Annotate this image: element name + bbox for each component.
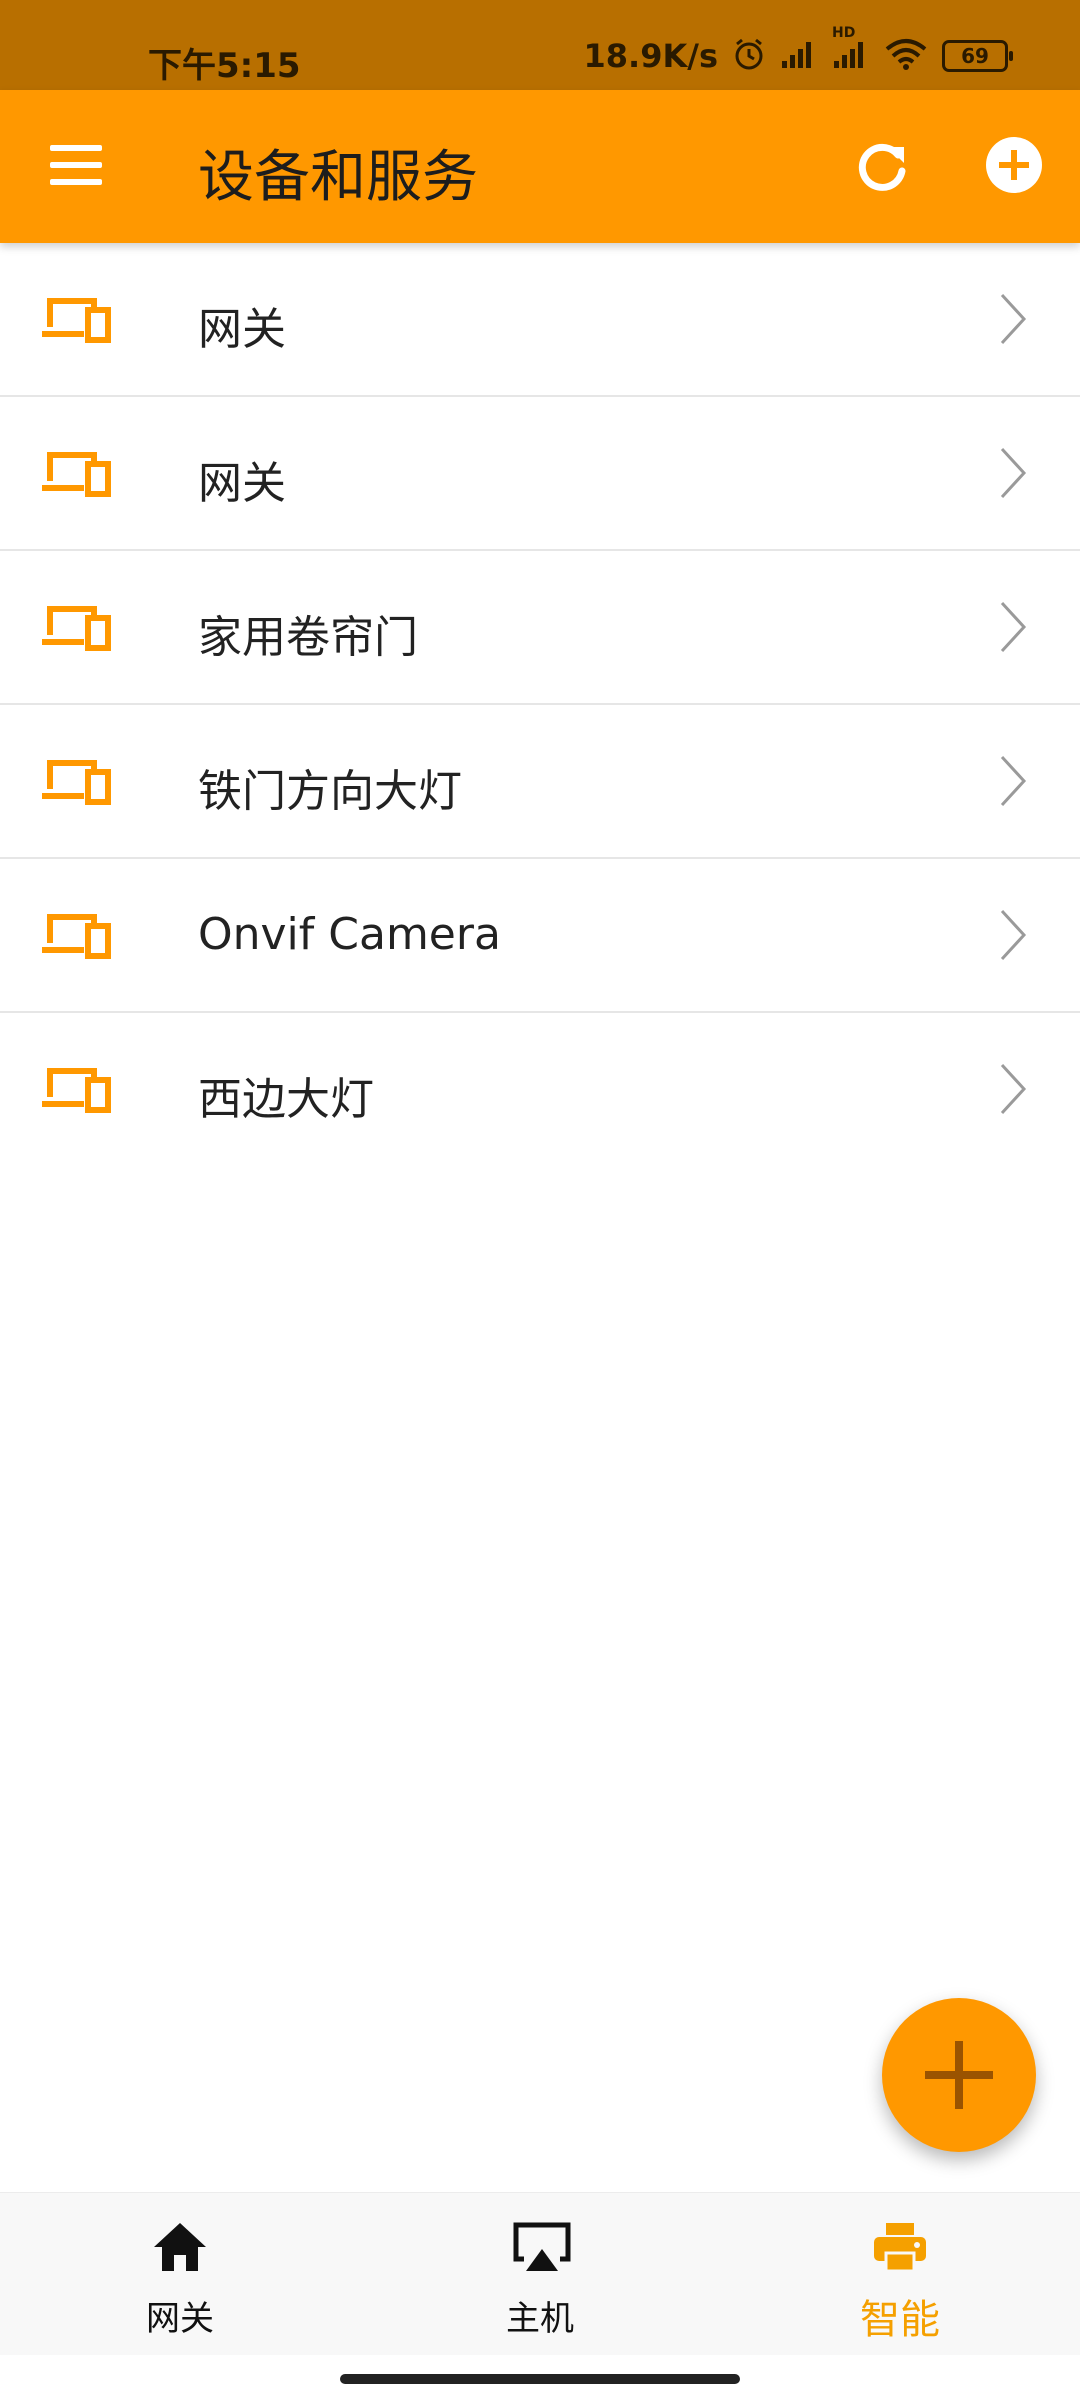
home-icon — [154, 2223, 206, 2271]
wifi-icon — [884, 37, 928, 75]
list-item[interactable]: 铁门方向大灯 — [0, 705, 1080, 859]
list-item-label: 家用卷帘门 — [198, 612, 418, 663]
devices-icon — [42, 911, 112, 961]
chevron-right-icon — [998, 907, 1028, 963]
list-item[interactable]: 网关 — [0, 243, 1080, 397]
add-fab-button[interactable] — [882, 1998, 1036, 2152]
nav-label: 网关 — [146, 2299, 214, 2339]
page-title: 设备和服务 — [198, 145, 478, 210]
status-icons: 18.9K/s HD 69 — [583, 25, 1013, 76]
nav-item-host[interactable]: 主机 — [440, 2193, 640, 2355]
devices-icon — [42, 449, 112, 499]
airplay-icon — [513, 2222, 571, 2271]
chevron-right-icon — [998, 753, 1028, 809]
list-item-label: 网关 — [198, 304, 286, 355]
list-item[interactable]: 西边大灯 — [0, 1013, 1080, 1167]
list-item-label: 网关 — [198, 458, 286, 509]
chevron-right-icon — [998, 599, 1028, 655]
nav-item-smart[interactable]: 智能 — [800, 2193, 1000, 2355]
nav-label: 主机 — [506, 2299, 574, 2339]
status-time: 下午5:15 — [148, 46, 301, 86]
plus-icon — [925, 2041, 993, 2109]
devices-icon — [42, 603, 112, 653]
alarm-icon — [732, 37, 766, 75]
bottom-navigation: 网关 主机 智能 — [0, 2192, 1080, 2355]
network-speed: 18.9K/s — [583, 37, 718, 75]
signal-hd-icon: HD — [832, 25, 870, 73]
refresh-icon[interactable] — [850, 135, 914, 199]
battery-icon: 69 — [942, 40, 1013, 72]
devices-icon — [42, 757, 112, 807]
chevron-right-icon — [998, 445, 1028, 501]
home-indicator[interactable] — [340, 2374, 740, 2384]
app-bar: 设备和服务 — [0, 90, 1080, 243]
menu-icon[interactable] — [50, 145, 102, 185]
nav-item-gateway[interactable]: 网关 — [80, 2193, 280, 2355]
chevron-right-icon — [998, 291, 1028, 347]
printer-icon — [874, 2223, 926, 2273]
list-item-label: 铁门方向大灯 — [198, 766, 462, 817]
devices-icon — [42, 295, 112, 345]
list-item[interactable]: Onvif Camera — [0, 859, 1080, 1013]
status-bar: 下午5:15 18.9K/s HD 69 — [0, 0, 1080, 90]
list-item[interactable]: 网关 — [0, 397, 1080, 551]
devices-icon — [42, 1065, 112, 1115]
signal-icon — [780, 39, 818, 73]
nav-label: 智能 — [860, 2297, 940, 2343]
hd-label: HD — [832, 25, 856, 41]
list-item-label: Onvif Camera — [198, 909, 501, 960]
list-item-label: 西边大灯 — [198, 1074, 374, 1125]
add-circle-icon[interactable] — [984, 135, 1044, 195]
chevron-right-icon — [998, 1061, 1028, 1117]
list-item[interactable]: 家用卷帘门 — [0, 551, 1080, 705]
device-list: 网关 网关 家用卷帘门 铁门方向大灯 Onvif Camera 西边大灯 — [0, 243, 1080, 1167]
